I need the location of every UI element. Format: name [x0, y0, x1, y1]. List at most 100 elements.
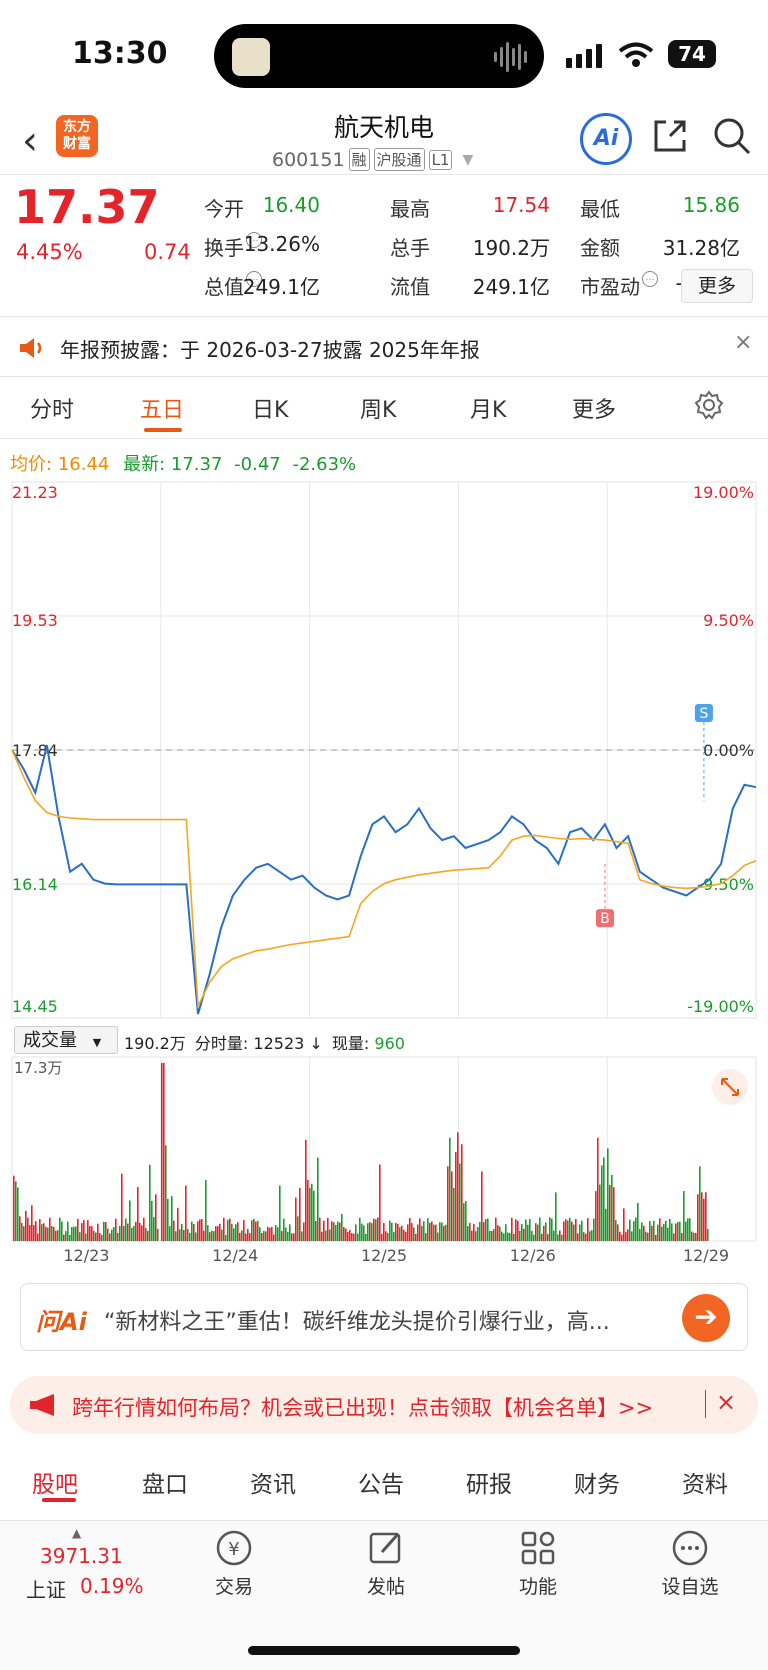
stock-code-row[interactable]: 600151 融 沪股通 L1 ▼: [272, 148, 473, 171]
volume-bar: [631, 1231, 633, 1241]
volume-bar: [287, 1231, 289, 1241]
volume-bar: [197, 1221, 199, 1241]
volume-bar: [277, 1227, 279, 1241]
content-tab-0[interactable]: 股吧: [32, 1465, 78, 1499]
volume-bar: [181, 1223, 183, 1241]
volume-total: 190.2万: [124, 1034, 186, 1053]
wifi-icon: [618, 42, 654, 67]
close-icon[interactable]: ×: [716, 1388, 736, 1416]
volume-chart[interactable]: 17.3万 12/23 12/24 12/25 12/26 12/29: [0, 1055, 768, 1300]
volume-bar: [319, 1217, 321, 1241]
content-tab-4[interactable]: 研报: [466, 1465, 512, 1499]
volume-bar: [255, 1221, 257, 1241]
volume-bar: [305, 1139, 307, 1241]
index-value[interactable]: 3971.31: [40, 1544, 123, 1568]
content-tab-2[interactable]: 资讯: [250, 1465, 296, 1499]
volume-bar: [431, 1221, 433, 1241]
volume-bar: [245, 1233, 247, 1241]
volume-bar: [191, 1221, 193, 1241]
search-icon[interactable]: [712, 116, 752, 156]
avg-value: 16.44: [57, 454, 110, 475]
marker-s-label: S: [699, 706, 708, 722]
tab-5[interactable]: 更多: [572, 392, 616, 424]
volume-bar: [327, 1217, 329, 1241]
volume-bar: [511, 1217, 513, 1241]
volume-bar: [611, 1175, 613, 1241]
volume-bar: [517, 1220, 519, 1241]
trade-yen-icon[interactable]: ¥: [214, 1528, 254, 1568]
volume-bar: [95, 1232, 97, 1241]
indicator-select[interactable]: 成交量 ▼: [14, 1026, 118, 1054]
volume-bar: [195, 1232, 197, 1241]
promo-text[interactable]: 跨年行情如何布局？机会或已出现！点击领取【机会名单】>>: [72, 1392, 653, 1422]
volume-bar: [153, 1217, 155, 1241]
compose-post-icon[interactable]: [366, 1528, 406, 1568]
volume-max-label: 17.3万: [14, 1059, 62, 1077]
ask-ai-headline[interactable]: “新材料之王”重估！碳纤维龙头提价引爆行业，高...: [104, 1304, 674, 1336]
post-button[interactable]: 发帖: [336, 1572, 436, 1599]
volume-bar: [219, 1223, 221, 1241]
volume-bar: [45, 1226, 47, 1241]
volume-bar: [381, 1233, 383, 1241]
intraday-five-day-chart[interactable]: 21.23 19.53 17.84 16.14 14.45 19.00% 9.50% 0.00…: [0, 480, 768, 1025]
volume-bar: [233, 1228, 235, 1241]
volume-bar: [71, 1227, 73, 1241]
tab-4[interactable]: 月K: [470, 392, 506, 424]
volume-bar: [97, 1223, 99, 1241]
content-tab-5[interactable]: 财务: [574, 1465, 620, 1499]
content-tab-3[interactable]: 公告: [358, 1465, 404, 1499]
tab-2[interactable]: 日K: [252, 392, 288, 424]
functions-grid-icon[interactable]: [518, 1528, 558, 1568]
volume-bar: [583, 1232, 585, 1241]
volume-bar: [155, 1194, 157, 1241]
functions-button[interactable]: 功能: [488, 1572, 588, 1599]
volume-bar: [81, 1223, 83, 1241]
ask-ai-logo: 问Ai: [36, 1308, 87, 1336]
volume-bar: [521, 1224, 523, 1241]
ai-button[interactable]: Ai: [580, 113, 632, 165]
annual-report-notice[interactable]: 年报预披露：于 2026-03-27披露 2025年年报: [60, 334, 480, 363]
x-tick-date: 12/29: [683, 1246, 729, 1265]
tab-0[interactable]: 分时: [30, 392, 74, 424]
margin-tag: 融: [348, 148, 370, 171]
trade-button[interactable]: 交易: [184, 1572, 284, 1599]
volume-bar: [615, 1220, 617, 1241]
arrow-right-icon[interactable]: ➔: [682, 1294, 730, 1342]
index-name: 上证: [26, 1578, 66, 1602]
add-watchlist-button[interactable]: 设自选: [640, 1572, 740, 1599]
volume-bar: [99, 1233, 101, 1241]
more-quote-button[interactable]: 更多: [681, 269, 753, 303]
volume-bar: [445, 1224, 447, 1241]
quote-value: 13.26%: [243, 232, 320, 256]
add-watchlist-icon[interactable]: [670, 1528, 710, 1568]
volume-bar: [443, 1225, 445, 1241]
content-tab-1[interactable]: 盘口: [142, 1465, 188, 1499]
volume-bar: [135, 1222, 137, 1241]
volume-bar: [437, 1232, 439, 1241]
volume-bar: [275, 1225, 277, 1241]
volume-bar: [535, 1223, 537, 1241]
volume-bar: [253, 1218, 255, 1241]
volume-bar: [551, 1218, 553, 1241]
volume-bar: [335, 1224, 337, 1241]
volume-bar: [345, 1228, 347, 1241]
volume-bar: [683, 1191, 685, 1241]
volume-bar: [533, 1234, 535, 1241]
volume-bar: [373, 1218, 375, 1241]
volume-bar: [657, 1224, 659, 1241]
tab-1[interactable]: 五日: [140, 392, 184, 424]
volume-bar: [121, 1173, 123, 1241]
volume-bar: [591, 1230, 593, 1241]
share-icon[interactable]: [650, 116, 690, 156]
price-summary-line: 均价: 16.44 最新: 17.37 -0.47 -2.63%: [10, 450, 356, 476]
close-icon[interactable]: ×: [734, 330, 752, 355]
settings-gear-icon[interactable]: [694, 390, 724, 420]
volume-bar: [347, 1232, 349, 1241]
volume-bar: [295, 1197, 297, 1241]
tab-3[interactable]: 周K: [360, 392, 396, 424]
volume-bar: [325, 1230, 327, 1241]
volume-bar: [641, 1222, 643, 1241]
content-tab-6[interactable]: 资料: [682, 1465, 728, 1499]
volume-bar: [669, 1219, 671, 1241]
volume-bar: [555, 1192, 557, 1241]
